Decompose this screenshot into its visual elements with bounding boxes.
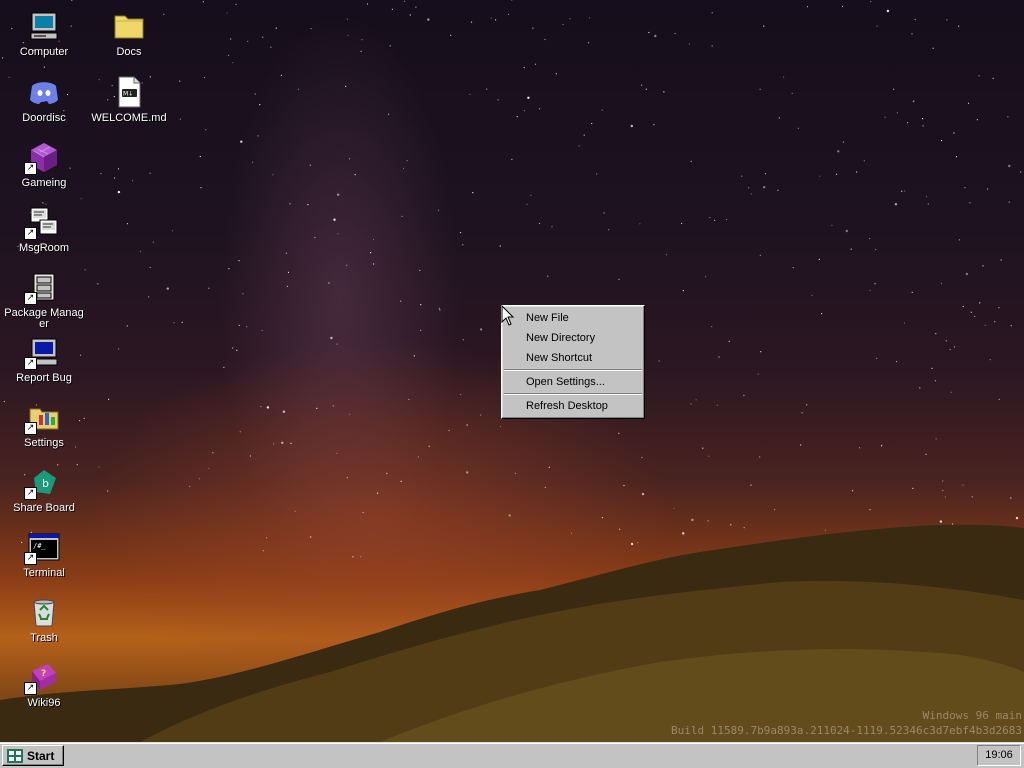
desktop-icon-settings[interactable]: ↗ Settings [4,401,84,449]
shortcut-arrow-icon: ↗ [24,227,37,240]
build-watermark: Windows 96 main Build 11589.7b9a893a.211… [671,708,1022,738]
desktop-icon-label: Wiki96 [27,697,61,709]
markdown-file-icon: M↓ [113,76,145,108]
game-cube-icon: ↗ [24,141,60,175]
desktop-icon-welcome-md[interactable]: M↓ WELCOME.md [89,76,169,124]
desktop-icon-msgroom[interactable]: ↗ MsgRoom [4,206,84,254]
menu-item-refresh-desktop[interactable]: Refresh Desktop [502,396,644,416]
desktop-context-menu: New File New Directory New Shortcut Open… [501,305,645,419]
package-manager-icon: ↗ [24,271,60,305]
shortcut-arrow-icon: ↗ [24,357,37,370]
svg-text:/#_: /#_ [33,542,46,550]
start-logo-icon [7,748,23,763]
help-book-icon: ? ↗ [24,661,60,695]
desktop-icon-docs[interactable]: Docs [89,10,169,58]
shortcut-arrow-icon: ↗ [24,552,37,565]
desktop-icon-label: Package Manager [4,307,84,330]
build-number: Build 11589.7b9a893a.211024-1119.52346c3… [671,724,1022,737]
desktop-icon-label: MsgRoom [18,242,70,254]
desktop-icon-label: Computer [19,46,69,58]
menu-item-new-file[interactable]: New File [502,308,644,328]
shortcut-arrow-icon: ↗ [24,682,37,695]
discord-icon [28,76,60,108]
desktop-icon-label: Docs [116,46,142,58]
menu-item-new-directory[interactable]: New Directory [502,328,644,348]
desktop-icon-terminal[interactable]: /#_ ↗ Terminal [4,531,84,579]
folder-icon [113,10,145,42]
menu-item-open-settings[interactable]: Open Settings... [502,372,644,392]
desktop-icon-doordisc[interactable]: Doordisc [4,76,84,124]
menu-separator [504,393,642,395]
svg-text:?: ? [41,669,46,679]
start-button[interactable]: Start [2,745,64,766]
svg-text:M↓: M↓ [123,91,133,98]
share-board-icon: b ↗ [24,466,60,500]
desktop-icon-label: Trash [30,632,58,644]
tray-clock[interactable]: 19:06 [977,745,1021,766]
start-label: Start [27,748,55,763]
desktop-icon-label: WELCOME.md [91,112,167,124]
desktop-icon-label: Settings [24,437,64,449]
desktop[interactable]: Computer Doordisc ↗ Gameing ↗ MsgRoom ↗ … [0,0,1024,742]
shortcut-arrow-icon: ↗ [24,422,37,435]
terminal-icon: /#_ ↗ [24,531,60,565]
desktop-icon-package-manager[interactable]: ↗ Package Manager [4,271,84,330]
desktop-icon-trash[interactable]: Trash [4,596,84,644]
desktop-icon-label: Doordisc [22,112,66,124]
taskbar: Start 19:06 [0,742,1024,768]
chat-computers-icon: ↗ [24,206,60,240]
desktop-icon-gameing[interactable]: ↗ Gameing [4,141,84,189]
shortcut-arrow-icon: ↗ [24,162,37,175]
recycle-bin-icon [28,596,60,628]
shortcut-arrow-icon: ↗ [24,292,37,305]
report-bug-icon: ↗ [24,336,60,370]
svg-text:b: b [42,477,49,490]
computer-icon [28,10,60,42]
desktop-icon-wiki96[interactable]: ? ↗ Wiki96 [4,661,84,709]
desktop-icon-label: Share Board [13,502,75,514]
settings-folder-icon: ↗ [24,401,60,435]
mouse-cursor-icon [501,305,515,326]
desktop-icon-share-board[interactable]: b ↗ Share Board [4,466,84,514]
desktop-icon-report-bug[interactable]: ↗ Report Bug [4,336,84,384]
desktop-icon-label: Terminal [23,567,65,579]
desktop-icon-label: Gameing [21,177,67,189]
menu-item-new-shortcut[interactable]: New Shortcut [502,348,644,368]
desktop-icon-label: Report Bug [16,372,72,384]
desktop-icon-computer[interactable]: Computer [4,10,84,58]
build-os-name: Windows 96 main [922,709,1022,722]
menu-separator [504,369,642,371]
shortcut-arrow-icon: ↗ [24,487,37,500]
